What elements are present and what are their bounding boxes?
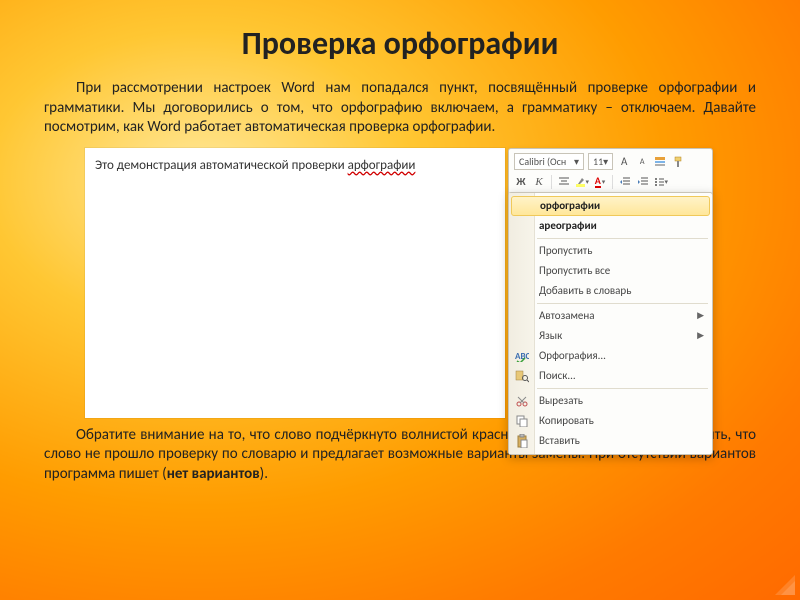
font-color-button[interactable]: A▾ (593, 175, 607, 189)
menu-suggestion-2[interactable]: ареографии (509, 216, 712, 236)
book-search-icon (514, 368, 530, 384)
align-center-button[interactable] (557, 175, 571, 189)
slide-corner-icon (774, 574, 796, 596)
paragraph-2-bold: нет вариантов (167, 465, 260, 483)
menu-suggestion-1[interactable]: орфографии (511, 196, 710, 216)
menu-paste[interactable]: Вставить (509, 431, 712, 451)
menu-add-dictionary[interactable]: Добавить в словарь (509, 281, 712, 301)
styles-button[interactable] (653, 155, 667, 169)
chevron-right-icon: ▶ (697, 310, 704, 321)
menu-spelling[interactable]: ABC Орфография... (509, 346, 712, 366)
paragraph-1: При рассмотрении настроек Word нам попад… (0, 75, 800, 142)
paragraph-1-text: При рассмотрении настроек Word нам попад… (44, 79, 756, 136)
spellcheck-icon: ABC (514, 348, 530, 364)
bold-button[interactable]: Ж (514, 175, 528, 189)
shrink-font-button[interactable]: A (635, 155, 649, 169)
font-name: Calibri (Осн (519, 155, 566, 168)
menu-autocorrect[interactable]: Автозамена▶ (509, 306, 712, 326)
paste-icon (514, 433, 530, 449)
copy-icon (514, 413, 530, 429)
separator (612, 175, 613, 189)
scissors-icon (514, 393, 530, 409)
chevron-right-icon: ▶ (697, 330, 704, 341)
font-size-value: 11 (593, 155, 603, 168)
slide-title: Проверка орфографии (0, 0, 800, 75)
decrease-indent-button[interactable] (618, 175, 632, 189)
document-area: Это демонстрация автоматической проверки… (85, 148, 505, 418)
doc-text: Это демонстрация автоматической проверки (95, 158, 348, 173)
chevron-down-icon: ▾ (603, 155, 608, 168)
highlight-button[interactable]: ▾ (575, 175, 589, 189)
menu-lookup[interactable]: Поиск... (509, 366, 712, 386)
format-painter-button[interactable] (671, 155, 685, 169)
context-menu: орфографии ареографии Пропустить Пропуст… (508, 192, 713, 455)
menu-ignore-all[interactable]: Пропустить все (509, 261, 712, 281)
menu-separator (537, 388, 708, 389)
font-selector[interactable]: Calibri (Осн ▾ (514, 153, 584, 170)
misspelled-word: арфографии (348, 158, 416, 173)
separator (551, 175, 552, 189)
menu-separator (537, 303, 708, 304)
menu-cut[interactable]: Вырезать (509, 391, 712, 411)
increase-indent-button[interactable] (636, 175, 650, 189)
menu-language[interactable]: Язык▶ (509, 326, 712, 346)
menu-copy[interactable]: Копировать (509, 411, 712, 431)
paragraph-2-text-b: ). (260, 465, 268, 483)
grow-font-button[interactable]: A (617, 155, 631, 169)
mini-toolbar: Calibri (Осн▾ 11▾ A A Ж К ▾ A▾ ▾ (508, 148, 713, 196)
italic-button[interactable]: К (532, 175, 546, 189)
bullet-list-button[interactable]: ▾ (654, 175, 668, 189)
font-size-selector[interactable]: 11▾ (588, 153, 613, 170)
menu-ignore[interactable]: Пропустить (509, 241, 712, 261)
word-screenshot: Это демонстрация автоматической проверки… (85, 148, 715, 418)
menu-separator (537, 238, 708, 239)
chevron-down-icon: ▾ (574, 155, 579, 168)
